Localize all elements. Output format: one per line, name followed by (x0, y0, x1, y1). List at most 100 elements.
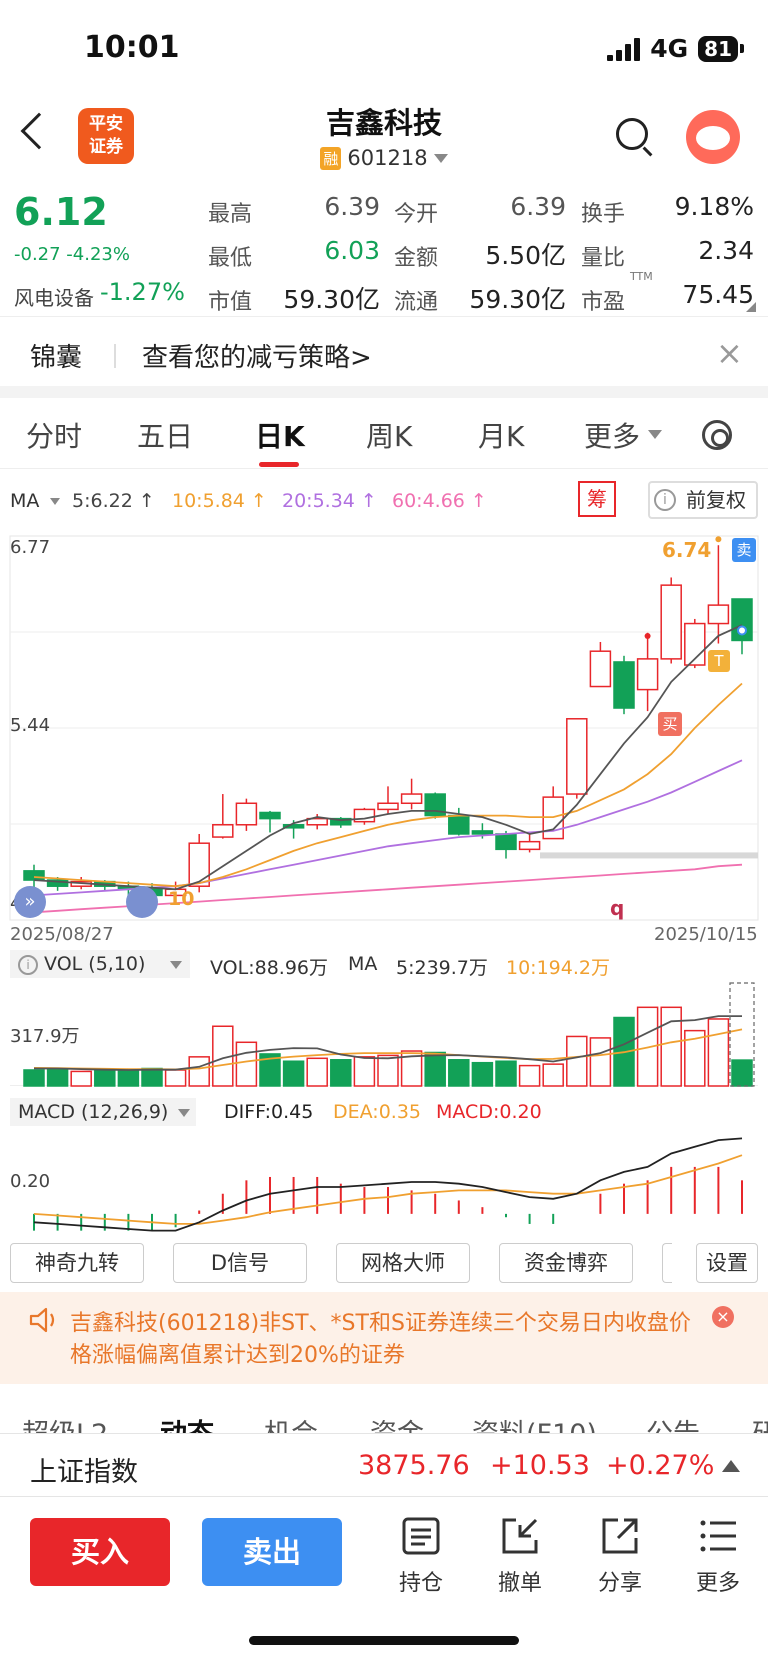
macd-value: MACD:0.20 (436, 1101, 542, 1123)
ma10-value: 10:5.84 ↑ (172, 490, 267, 512)
gear-icon[interactable] (702, 420, 732, 450)
vol-ratio-value: 2.34 (698, 236, 754, 265)
candle (495, 833, 517, 851)
max-price-label: 6.74 (662, 538, 712, 562)
jinnang-link[interactable]: 查看您的减亏策略> (142, 337, 372, 374)
share-label[interactable]: 分享 (580, 1565, 660, 1597)
buy-button[interactable]: 买入 (30, 1518, 170, 1586)
signal-icon (607, 37, 641, 61)
volume-bar (188, 1056, 210, 1087)
macd-chart[interactable] (0, 1130, 768, 1234)
ma-indicator-select[interactable]: MA (10, 490, 39, 512)
price-change: -0.27 -4.23% (14, 244, 130, 265)
d-signal-button[interactable]: D信号 (173, 1243, 307, 1283)
magic-nine-button[interactable]: 神奇九转 (10, 1243, 144, 1283)
candle (400, 793, 423, 805)
chevron-down-icon (50, 498, 60, 505)
tab-news[interactable]: 动态 (160, 1412, 214, 1434)
notice-text: 吉鑫科技(601218)非ST、*ST和S证券连续三个交易日内收盘价格涨幅偏离值… (70, 1311, 691, 1368)
holdings-label[interactable]: 持仓 (381, 1565, 461, 1597)
fund-game-button[interactable]: 资金博弈 (499, 1243, 633, 1283)
cancel-order-icon[interactable] (500, 1516, 540, 1556)
close-icon[interactable]: × (716, 337, 743, 369)
turnover-value: 9.18% (674, 192, 754, 221)
chevron-down-icon (648, 430, 662, 439)
search-icon[interactable] (616, 118, 648, 150)
tab-day-k[interactable]: 日K (255, 415, 305, 455)
low-label: 最低 (208, 246, 253, 271)
volume-bar (353, 1056, 376, 1087)
candle (377, 802, 399, 811)
pe-value: 75.45 (682, 280, 754, 309)
holdings-icon[interactable] (401, 1516, 441, 1556)
more-icon[interactable] (698, 1516, 738, 1556)
expand-corner-icon[interactable] (746, 302, 756, 312)
tab-intraday[interactable]: 分时 (26, 415, 82, 455)
tab-week-k[interactable]: 周K (366, 415, 412, 455)
marker-dot (644, 632, 651, 639)
tab-super-l2[interactable]: 超级L2 (22, 1412, 108, 1434)
fast-forward-icon[interactable]: » (14, 886, 46, 918)
tab-opportunity[interactable]: 机会 (264, 1412, 318, 1434)
tab-research[interactable]: 研 (752, 1412, 768, 1434)
tab-five-day[interactable]: 五日 (137, 415, 193, 455)
chip-distribution-button[interactable]: 筹 (578, 481, 616, 517)
high-label: 最高 (208, 202, 253, 227)
tab-month-k[interactable]: 月K (478, 415, 524, 455)
settings-button[interactable]: 设置 (696, 1243, 758, 1283)
sell-button[interactable]: 卖出 (202, 1518, 342, 1586)
amount-value: 5.50亿 (485, 241, 566, 270)
index-name[interactable]: 上证指数 (30, 1450, 138, 1489)
candle (212, 824, 234, 838)
candle (259, 811, 281, 820)
volume-bar (589, 1037, 612, 1087)
vol-value: VOL:88.96万 (210, 957, 328, 979)
close-icon[interactable]: × (712, 1306, 734, 1328)
tab-more[interactable]: 更多 (584, 415, 640, 455)
tab-f10[interactable]: 资料(F10) (472, 1412, 597, 1434)
chart-tool-icon[interactable] (126, 886, 158, 918)
ma5-value: 5:6.22 ↑ (72, 490, 155, 512)
share-icon[interactable] (600, 1516, 640, 1556)
stock-name: 吉鑫科技 (325, 106, 442, 140)
volume-bar (424, 1051, 446, 1087)
volume-bar (282, 1060, 305, 1087)
volume-bar (471, 1061, 494, 1087)
vol-indicator-select[interactable]: i VOL (5,10) (10, 950, 190, 978)
sector-name[interactable]: 风电设备 (14, 282, 94, 311)
volume-bar (707, 1018, 730, 1087)
vol-ma10-value: 10:194.2万 (506, 957, 610, 979)
tab-funds[interactable]: 资金 (370, 1412, 424, 1434)
t-signal-mark[interactable]: T (708, 650, 730, 672)
low-value: 6.03 (324, 236, 380, 265)
status-indicators: 4G 81 (607, 34, 744, 63)
tab-announcement[interactable]: 公告 (646, 1412, 700, 1434)
sell-signal-mark[interactable]: 卖 (732, 538, 756, 562)
chevron-up-icon[interactable] (722, 1460, 740, 1472)
stock-code-selector[interactable]: 融 601218 (0, 146, 768, 170)
vol-ratio-label: 量比 (581, 246, 626, 271)
pe-ttm-sup: TTM (630, 270, 653, 283)
pe-label: 市盈 (581, 290, 626, 315)
chevron-down-icon (178, 1109, 190, 1117)
candle (636, 658, 659, 691)
volume-bar (70, 1070, 92, 1087)
hidden-button[interactable] (662, 1243, 672, 1283)
status-time: 10:01 (84, 30, 180, 65)
volume-bar (306, 1057, 328, 1087)
q-mark: q (610, 896, 625, 920)
cancel-order-label[interactable]: 撤单 (480, 1565, 560, 1597)
amount-label: 金额 (394, 246, 439, 271)
candle (566, 718, 588, 795)
volume-bar (164, 1069, 187, 1087)
candle (188, 842, 210, 887)
candlestick-chart[interactable] (0, 528, 768, 944)
mktcap-label: 市值 (208, 290, 253, 315)
grid-master-button[interactable]: 网格大师 (336, 1243, 470, 1283)
chevron-down-icon (170, 961, 182, 969)
volume-chart[interactable] (0, 980, 768, 1090)
assistant-avatar-icon[interactable] (686, 110, 740, 164)
macd-indicator-select[interactable]: MACD (12,26,9) (10, 1098, 196, 1126)
more-label[interactable]: 更多 (678, 1565, 758, 1597)
buy-signal-mark[interactable]: 买 (658, 712, 682, 736)
